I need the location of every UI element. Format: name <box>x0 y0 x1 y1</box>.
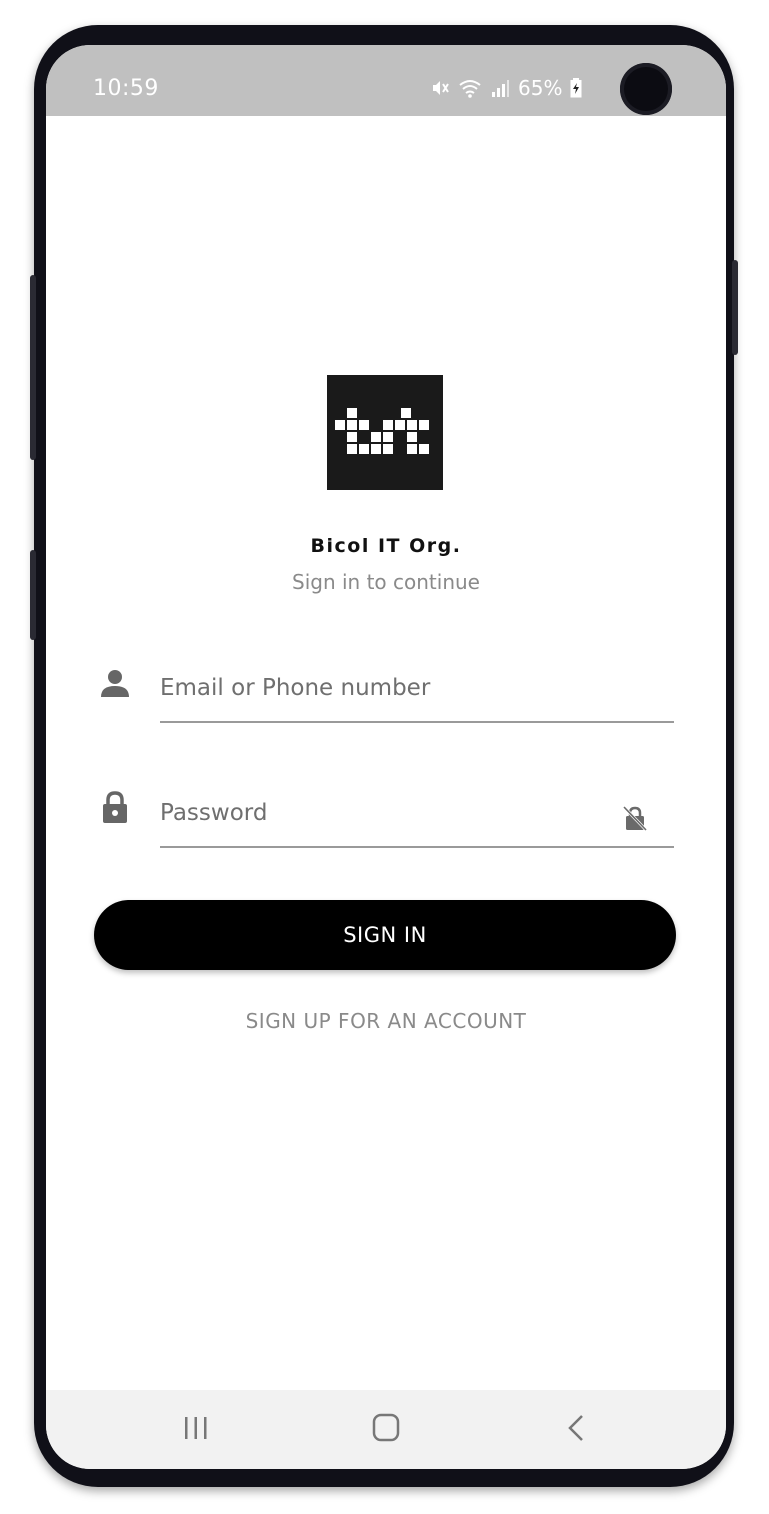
password-field[interactable]: Password <box>160 788 674 848</box>
email-placeholder: Email or Phone number <box>160 675 431 701</box>
power-button <box>732 260 738 355</box>
volume-button <box>30 275 36 460</box>
bit-logo <box>327 375 443 490</box>
visibility-off-icon[interactable] <box>621 804 649 832</box>
signup-link[interactable]: SIGN UP FOR AN ACCOUNT <box>46 1009 726 1033</box>
wifi-icon <box>459 80 481 98</box>
battery-charging-icon <box>570 78 582 98</box>
org-name: Bicol IT Org. <box>310 535 462 557</box>
signin-button[interactable]: SIGN IN <box>94 900 676 970</box>
front-camera <box>620 63 672 115</box>
mute-icon <box>433 81 449 95</box>
status-bar: 10:59 65% <box>46 45 726 116</box>
signin-label: SIGN IN <box>343 923 427 947</box>
person-icon <box>101 670 129 697</box>
email-field[interactable]: Email or Phone number <box>160 663 674 723</box>
signin-subtitle: Sign in to continue <box>292 570 480 594</box>
status-time: 10:59 <box>93 76 159 101</box>
bixby-button <box>30 550 36 640</box>
password-placeholder: Password <box>160 800 268 826</box>
app-screen: 10:59 65% Bicol IT Org. Sign in to conti… <box>46 45 726 1469</box>
recent-apps-icon[interactable] <box>174 1408 218 1448</box>
signal-icon <box>492 80 509 97</box>
system-navbar <box>46 1390 726 1469</box>
back-icon[interactable] <box>554 1408 598 1448</box>
home-icon[interactable] <box>364 1408 408 1448</box>
lock-icon <box>103 791 127 823</box>
status-icons: 65% <box>430 76 582 100</box>
battery-percent: 65% <box>518 76 563 100</box>
